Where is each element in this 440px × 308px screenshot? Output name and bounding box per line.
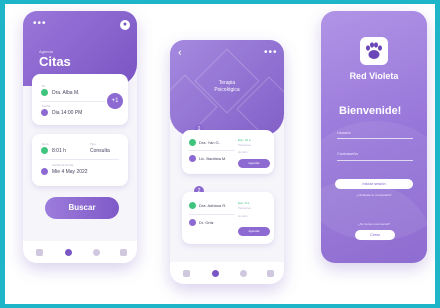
- therapist-stat: Pacientes: [238, 143, 252, 147]
- appointment-date: Mie 4 May 2022: [52, 169, 88, 175]
- password-field[interactable]: [337, 160, 413, 161]
- therapist-group-card[interactable]: Dra. Yan G. Exp. 10 a Pacientes Lic. Bau…: [182, 130, 274, 174]
- calendar-icon: [41, 168, 48, 175]
- divider: [189, 214, 235, 215]
- therapist-name: Dra. Yan G.: [199, 140, 220, 145]
- doctor-name: Dra. Alba M.: [52, 90, 80, 96]
- profile-icon[interactable]: ●: [120, 20, 130, 30]
- calendar-icon[interactable]: [212, 270, 219, 277]
- therapy-header: ‹ ••• Terapia Psicológica: [170, 40, 284, 142]
- therapist-stat: Pacientes: [238, 206, 252, 210]
- appointments-screen: ••• ● Agenda Citas Dr. Dra. Alba M. Fech…: [23, 11, 137, 263]
- therapist-name: Lic. Bautista M.: [199, 156, 227, 161]
- home-icon[interactable]: [183, 270, 190, 277]
- divider: [41, 159, 119, 160]
- password-label: Contraseña: [337, 151, 358, 156]
- appointment-hour: 8:01 h: [52, 148, 66, 154]
- appointment-time: Dia 14:00 PM: [52, 110, 83, 116]
- register-button[interactable]: Crear: [355, 230, 395, 240]
- therapy-title-line2: Psicológica: [214, 87, 240, 93]
- menu-dots-icon[interactable]: •••: [33, 19, 47, 29]
- type-label: Tipo: [90, 142, 96, 146]
- settings-icon[interactable]: [240, 270, 247, 277]
- therapy-title-line1: Terapia: [218, 80, 236, 86]
- login-button[interactable]: Iniciar sesión: [335, 179, 413, 189]
- divider: [189, 150, 235, 151]
- clock-icon: [41, 147, 48, 154]
- check-icon: [189, 202, 196, 209]
- settings-icon[interactable]: [93, 249, 100, 256]
- therapist-name: Dra. Adriana R.: [199, 203, 227, 208]
- therapist-stat: Horario: [238, 214, 248, 218]
- register-prompt: ¿No tienes una cuenta?: [358, 222, 390, 226]
- add-appointment-button[interactable]: +1: [107, 93, 123, 109]
- back-arrow-icon[interactable]: ‹: [178, 48, 183, 59]
- therapist-group-card[interactable]: Dra. Adriana R. Exp. 8 a Pacientes Dr. O…: [182, 192, 274, 244]
- page-title: Citas: [39, 54, 71, 69]
- tab-bar: [23, 241, 137, 263]
- appointment-card[interactable]: Dr. Dra. Alba M. Fecha Dia 14:00 PM +1: [32, 74, 128, 125]
- doctor-label: Dr.: [42, 84, 46, 88]
- paw-icon: [366, 42, 382, 59]
- time-label: Hora: [42, 142, 49, 146]
- forgot-password-link[interactable]: ¿Olvidaste tu contraseña?: [321, 193, 427, 197]
- check-icon: [189, 139, 196, 146]
- menu-dots-icon[interactable]: •••: [264, 48, 278, 58]
- therapist-name: Dr. Ortiz: [199, 220, 214, 225]
- person-icon: [189, 155, 196, 162]
- search-button[interactable]: Buscar: [45, 197, 119, 219]
- appointment-details-card[interactable]: Hora 8:01 h Tipo Consulta Fecha de la ci…: [32, 134, 128, 186]
- check-icon: [41, 89, 48, 96]
- welcome-heading: Bienvenide!: [339, 105, 402, 117]
- showcase-canvas: ••• ● Agenda Citas Dr. Dra. Alba M. Fech…: [5, 4, 435, 304]
- login-screen: Red Violeta Bienvenide! Usuario Contrase…: [321, 11, 427, 263]
- schedule-button[interactable]: Agendar: [238, 227, 270, 236]
- therapists-screen: ‹ ••• Terapia Psicológica 1 Dra. Yan G. …: [170, 40, 284, 284]
- therapist-stat: Exp. 8 a: [238, 201, 250, 205]
- date-label: Fecha: [42, 104, 51, 108]
- date-label: Fecha de la cita: [52, 163, 74, 167]
- username-field[interactable]: [337, 138, 413, 139]
- appointment-type: Consulta: [90, 148, 110, 154]
- user-icon[interactable]: [267, 270, 274, 277]
- divider: [41, 101, 105, 102]
- tab-bar: [170, 262, 284, 284]
- username-label: Usuario: [337, 130, 351, 135]
- logo: [360, 37, 388, 65]
- schedule-button[interactable]: Agendar: [238, 159, 270, 168]
- therapist-stat: Horario: [238, 150, 248, 154]
- person-icon: [189, 219, 196, 226]
- calendar-icon[interactable]: [65, 249, 72, 256]
- therapist-stat: Exp. 10 a: [238, 138, 251, 142]
- brand-name: Red Violeta: [349, 71, 399, 81]
- home-icon[interactable]: [36, 249, 43, 256]
- calendar-icon: [41, 109, 48, 116]
- user-icon[interactable]: [120, 249, 127, 256]
